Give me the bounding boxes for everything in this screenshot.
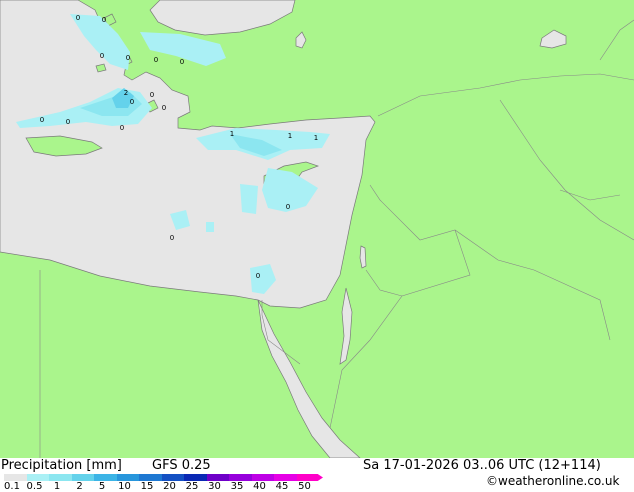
scale-label: 50 xyxy=(298,481,311,492)
scale-swatch xyxy=(229,474,252,481)
map-value-label: 0 xyxy=(130,98,134,106)
scale-swatch xyxy=(251,474,274,481)
scale-label: 10 xyxy=(118,481,131,492)
scale-label: 40 xyxy=(253,481,266,492)
map-value-label: 0 xyxy=(76,14,80,22)
map-value-label: 0 xyxy=(150,91,154,99)
scale-swatch xyxy=(26,474,49,481)
map-value-label: 0 xyxy=(66,118,70,126)
scale-swatch xyxy=(206,474,229,481)
scale-label: 0.1 xyxy=(4,481,20,492)
scale-swatch xyxy=(184,474,207,481)
scale-label: 30 xyxy=(208,481,221,492)
scale-swatch xyxy=(296,474,323,481)
legend-title: Precipitation [mm] xyxy=(1,458,122,473)
scale-swatch xyxy=(161,474,184,481)
map-value-label: 0 xyxy=(154,56,158,64)
precipitation-map: 0 00 0 0 00 002 0001 1 1000 xyxy=(0,0,634,458)
scale-label: 0.5 xyxy=(26,481,43,492)
scale-label: 1 xyxy=(53,481,61,492)
scale-label: 25 xyxy=(185,481,199,492)
map-value-label: 0 xyxy=(100,52,104,60)
scale-swatch xyxy=(49,474,72,481)
map-value-label: 0 xyxy=(162,104,166,112)
map-value-label: 0 xyxy=(256,272,260,280)
credit-text: ©weatheronline.co.uk xyxy=(486,474,620,488)
map-value-label: 0 xyxy=(180,58,184,66)
model-label: GFS 0.25 xyxy=(152,458,211,473)
scale-label: 45 xyxy=(275,481,289,492)
map-value-label: 0 xyxy=(40,116,44,124)
scale-swatch xyxy=(139,474,162,481)
scale-swatch xyxy=(71,474,94,481)
map-value-label: 2 xyxy=(124,89,128,97)
scale-swatch xyxy=(116,474,139,481)
map-value-label: 0 xyxy=(286,203,290,211)
map-value-label: 0 xyxy=(126,54,130,62)
map-value-label: 0 xyxy=(120,124,124,132)
scale-swatch xyxy=(94,474,117,481)
map-value-label: 1 xyxy=(288,132,292,140)
scale-label: 2 xyxy=(76,481,83,492)
valid-datetime: Sa 17-01-2026 03..06 UTC (12+114) xyxy=(363,458,601,473)
map-value-label: 1 xyxy=(314,134,318,142)
map-value-label: 0 xyxy=(170,234,174,242)
scale-swatch xyxy=(274,474,297,481)
scale-label: 35 xyxy=(230,481,244,492)
scale-swatch xyxy=(4,474,27,481)
scale-label: 5 xyxy=(98,481,106,492)
scale-label: 15 xyxy=(140,481,154,492)
map-value-label: 1 xyxy=(230,130,234,138)
scale-label: 20 xyxy=(163,481,176,492)
map-value-label: 0 xyxy=(102,16,106,24)
